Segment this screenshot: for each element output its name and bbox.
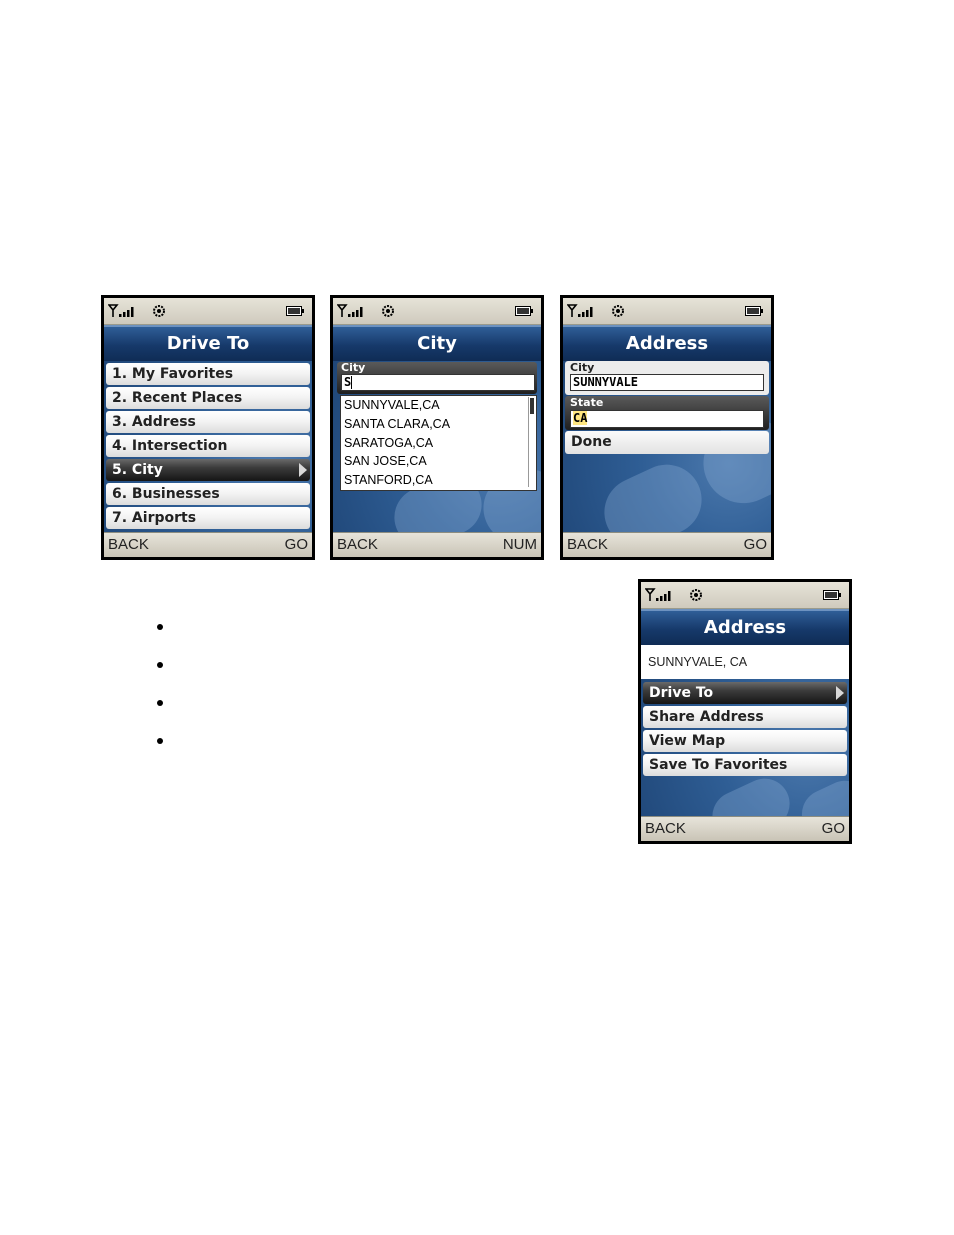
suggestion-item[interactable]: STANFORD,CA [341, 471, 536, 490]
signal-icon [645, 588, 671, 601]
status-bar [333, 298, 541, 325]
screen-title: Address [563, 325, 771, 361]
action-list: Drive To Share Address View Map Save To … [641, 680, 849, 776]
suggestion-item[interactable]: SUNNYVALE,CA [341, 396, 536, 415]
menu-item-recent-places[interactable]: 2. Recent Places [106, 387, 310, 409]
phone-screen-address-entry: Address City SUNNYVALE State CA Done BAC… [560, 295, 774, 560]
city-field-group: City S [337, 362, 537, 394]
list-bullet [157, 624, 163, 630]
state-field-label: State [570, 396, 604, 409]
scrollbar[interactable] [528, 397, 535, 487]
back-softkey[interactable]: BACK [645, 820, 686, 837]
status-bar [641, 582, 849, 609]
menu-item-label: Drive To [649, 685, 714, 701]
screen-title: City [333, 325, 541, 361]
city-input[interactable]: S [341, 374, 535, 391]
address-form: City SUNNYVALE State CA Done [563, 361, 771, 532]
background-pattern [704, 770, 798, 816]
back-softkey[interactable]: BACK [567, 536, 608, 553]
back-softkey[interactable]: BACK [337, 536, 378, 553]
done-button[interactable]: Done [565, 431, 769, 454]
softkey-bar: BACK GO [104, 532, 312, 557]
menu-item-share-address[interactable]: Share Address [643, 706, 847, 728]
go-softkey[interactable]: GO [285, 536, 308, 553]
state-input[interactable]: CA [570, 410, 764, 428]
address-actions: SUNNYVALE, CA Drive To Share Address Vie… [641, 645, 849, 816]
go-softkey[interactable]: GO [744, 536, 767, 553]
settings-gear-icon [612, 305, 624, 317]
list-bullet [157, 738, 163, 744]
city-input[interactable]: SUNNYVALE [570, 374, 764, 391]
suggestion-item[interactable]: SANTA CLARA,CA [341, 415, 536, 434]
softkey-bar: BACK GO [641, 816, 849, 841]
battery-icon [823, 590, 841, 600]
scrollbar-thumb[interactable] [530, 398, 534, 414]
menu-item-businesses[interactable]: 6. Businesses [106, 483, 310, 505]
list-bullet [157, 662, 163, 668]
menu-item-my-favorites[interactable]: 1. My Favorites [106, 363, 310, 385]
status-bar [563, 298, 771, 325]
chevron-right-icon [836, 686, 844, 700]
menu-item-intersection[interactable]: 4. Intersection [106, 435, 310, 457]
chevron-right-icon [299, 463, 307, 477]
phone-screen-drive-to: Drive To 1. My Favorites 2. Recent Place… [101, 295, 315, 560]
screen-title: Drive To [104, 325, 312, 361]
suggestion-item[interactable]: SAN JOSE,CA [341, 452, 536, 471]
softkey-bar: BACK NUM [333, 532, 541, 557]
list-bullet [157, 700, 163, 706]
city-suggestions-list: SUNNYVALE,CA SANTA CLARA,CA SARATOGA,CA … [340, 395, 537, 491]
menu-item-drive-to-selected[interactable]: Drive To [643, 682, 847, 704]
phone-screen-city: City City S SUNNYVALE,CA SANTA CLARA,CA … [330, 295, 544, 560]
menu-item-address[interactable]: 3. Address [106, 411, 310, 433]
signal-icon [337, 304, 363, 317]
city-entry-panel: City S SUNNYVALE,CA SANTA CLARA,CA SARAT… [333, 361, 541, 532]
menu-item-airports[interactable]: 7. Airports [106, 507, 310, 529]
city-field-label: City [341, 361, 366, 374]
num-softkey[interactable]: NUM [503, 536, 537, 553]
background-pattern [592, 453, 714, 532]
back-softkey[interactable]: BACK [108, 536, 149, 553]
settings-gear-icon [153, 305, 165, 317]
screen-title: Address [641, 609, 849, 645]
menu-list: 1. My Favorites 2. Recent Places 3. Addr… [104, 361, 312, 532]
text-cursor [351, 376, 353, 389]
city-input-value: S [344, 375, 352, 389]
signal-icon [108, 304, 134, 317]
battery-icon [745, 306, 763, 316]
settings-gear-icon [690, 589, 702, 601]
state-field-group: State CA [565, 396, 769, 430]
status-bar [104, 298, 312, 325]
phone-screen-address-result: Address SUNNYVALE, CA Drive To Share Add… [638, 579, 852, 844]
battery-icon [286, 306, 304, 316]
menu-item-view-map[interactable]: View Map [643, 730, 847, 752]
suggestion-item[interactable]: SARATOGA,CA [341, 434, 536, 453]
settings-gear-icon [382, 305, 394, 317]
address-display: SUNNYVALE, CA [641, 645, 849, 679]
menu-item-save-to-favorites[interactable]: Save To Favorites [643, 754, 847, 776]
signal-icon [567, 304, 593, 317]
state-input-value: CA [573, 411, 588, 425]
softkey-bar: BACK GO [563, 532, 771, 557]
menu-item-city-selected[interactable]: 5. City [106, 459, 310, 481]
battery-icon [515, 306, 533, 316]
go-softkey[interactable]: GO [822, 820, 845, 837]
city-field-label: City [570, 361, 595, 374]
address-text: SUNNYVALE, CA [648, 655, 748, 669]
background-pattern [793, 772, 849, 816]
menu-item-label: 5. City [112, 462, 163, 478]
city-field-group: City SUNNYVALE [565, 361, 769, 395]
